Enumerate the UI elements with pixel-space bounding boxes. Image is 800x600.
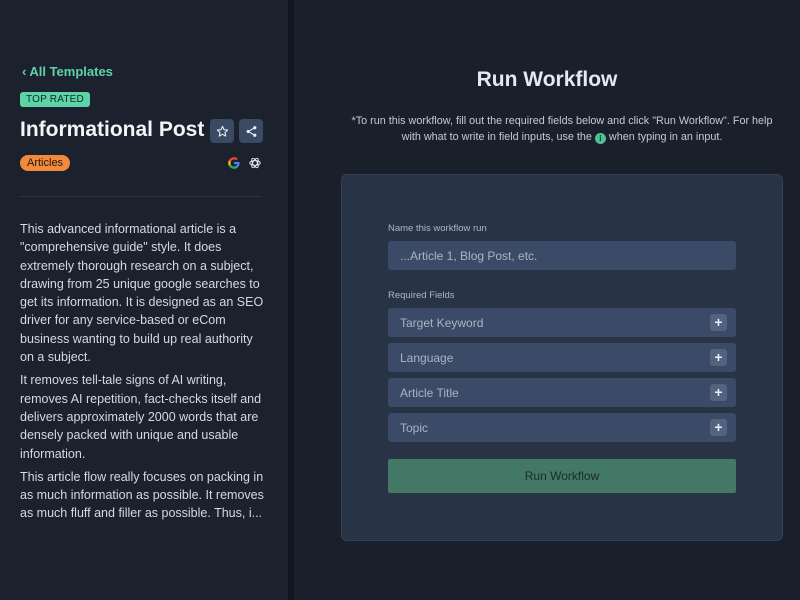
share-button[interactable]	[239, 119, 263, 143]
sidebar: ‹ All Templates TOP RATED Informational …	[0, 0, 288, 600]
workflow-name-input[interactable]	[388, 241, 736, 270]
plus-icon[interactable]: +	[710, 314, 727, 331]
star-icon	[216, 125, 228, 137]
openai-icon	[249, 157, 261, 169]
instructions-post: when typing in an input.	[608, 131, 723, 143]
field-label: Target Keyword	[400, 316, 484, 330]
category-badge: Articles	[20, 155, 71, 171]
plus-icon[interactable]: +	[710, 419, 727, 436]
field-article-title[interactable]: Article Title +	[388, 378, 736, 407]
share-icon	[246, 125, 256, 137]
template-title: Informational Post	[20, 118, 205, 141]
sidebar-divider	[20, 196, 262, 197]
run-workflow-button[interactable]: Run Workflow	[388, 459, 736, 493]
workflow-form-card: Name this workflow run Required Fields T…	[341, 174, 783, 541]
field-label: Topic	[400, 421, 429, 435]
description-paragraph: This advanced informational article is a…	[20, 222, 264, 365]
required-fields-label: Required Fields	[388, 290, 455, 301]
chevron-left-icon: ‹	[22, 64, 27, 79]
field-target-keyword[interactable]: Target Keyword +	[388, 308, 736, 337]
back-to-templates-link[interactable]: ‹ All Templates	[22, 64, 113, 79]
description-paragraph: It removes tell-tale signs of AI writing…	[20, 373, 262, 461]
template-description: This advanced informational article is a…	[20, 220, 266, 528]
instructions-text: *To run this workflow, fill out the requ…	[344, 113, 780, 145]
favorite-button[interactable]	[210, 119, 234, 143]
plus-icon[interactable]: +	[710, 384, 727, 401]
name-field-label: Name this workflow run	[388, 223, 487, 234]
description-paragraph: This article flow really focuses on pack…	[20, 469, 264, 521]
google-icon	[228, 157, 240, 169]
top-rated-badge: TOP RATED	[20, 92, 90, 107]
plus-icon[interactable]: +	[710, 349, 727, 366]
info-icon: i	[594, 133, 606, 144]
field-language[interactable]: Language +	[388, 343, 736, 372]
back-link-label: All Templates	[29, 64, 113, 79]
field-label: Language	[400, 351, 454, 365]
field-label: Article Title	[400, 386, 459, 400]
field-topic[interactable]: Topic +	[388, 413, 736, 442]
page-title: Run Workflow	[476, 68, 618, 91]
